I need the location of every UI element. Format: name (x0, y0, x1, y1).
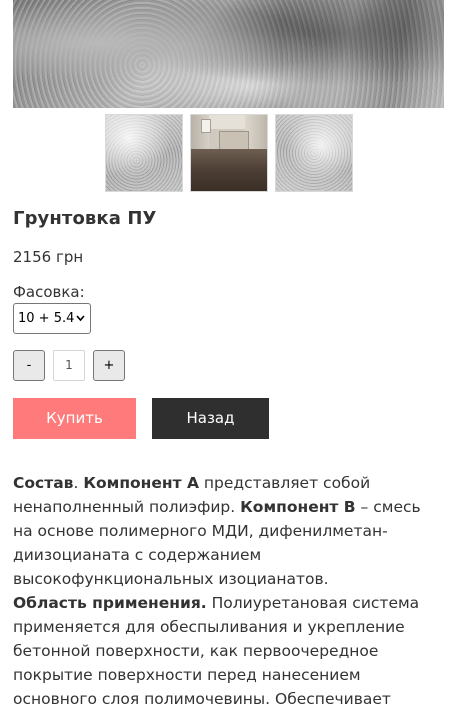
description-line: на основе полимерного МДИ, дифенилметан- (13, 522, 388, 540)
description-line: ненаполненный полиэфир. Компонент В – см… (13, 498, 421, 516)
room-floor (191, 149, 267, 191)
packaging-selected-value: 10 + 5.4 (18, 311, 75, 326)
quantity-input[interactable]: 1 (53, 350, 85, 381)
product-price: 2156 грн (13, 248, 84, 266)
quantity-decrease-button[interactable]: - (13, 350, 45, 381)
description-line: покрытие поверхности перед нанесением (13, 666, 361, 684)
thumbnail-2[interactable] (190, 114, 268, 192)
description-line: высокофункциональных изоцианатов. (13, 570, 329, 588)
description-line: Состав. Компонент А представляет собой (13, 474, 371, 492)
description-line: диизоцианата с содержанием (13, 546, 262, 564)
product-description: Состав. Компонент А представляет собой н… (13, 471, 443, 711)
buy-button[interactable]: Купить (13, 398, 136, 439)
packaging-select[interactable]: 10 + 5.4 (13, 303, 91, 334)
packaging-label: Фасовка: (13, 283, 85, 301)
product-main-image[interactable] (13, 0, 444, 108)
description-line: основного слоя полимочевины. Обеспечивае… (13, 690, 391, 708)
description-line: Область применения. Полиуретановая систе… (13, 594, 420, 612)
description-line: бетонной поверхности, как первоочередное (13, 642, 379, 660)
product-title: Грунтовка ПУ (13, 208, 157, 229)
quantity-increase-button[interactable]: + (93, 350, 125, 381)
room-window (201, 119, 211, 133)
back-button[interactable]: Назад (152, 398, 269, 439)
description-line: применяется для обеспыливания и укреплен… (13, 618, 405, 636)
thumbnail-3[interactable] (275, 114, 353, 192)
chevron-down-icon (76, 304, 85, 345)
thumbnail-1[interactable] (105, 114, 183, 192)
